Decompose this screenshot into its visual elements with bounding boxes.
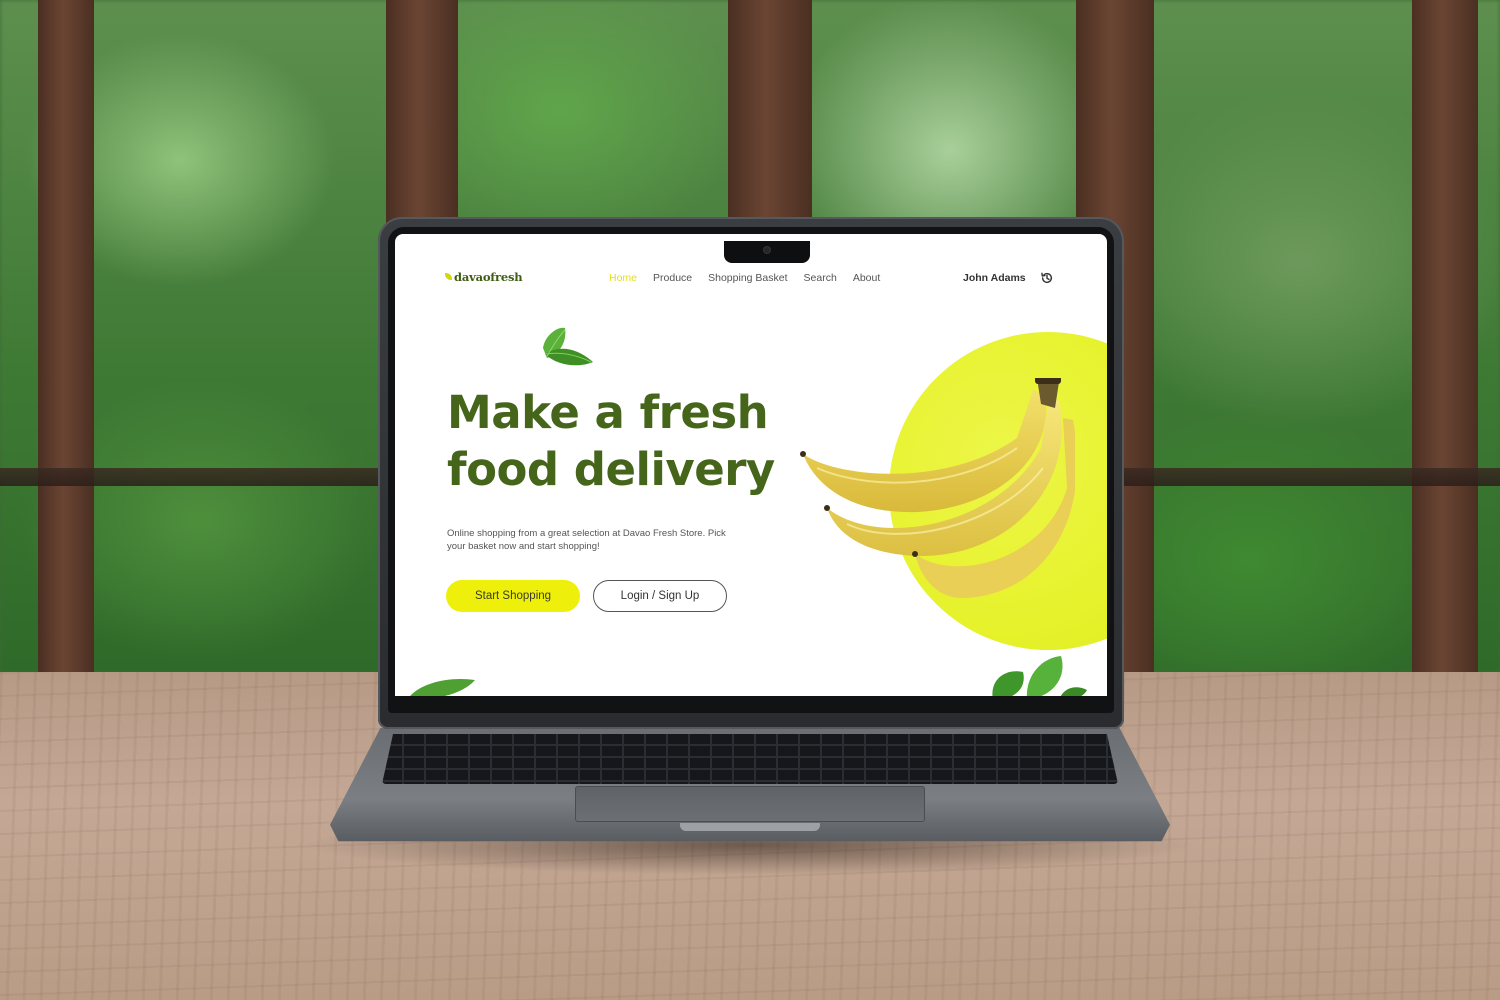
basil-leaves-icon xyxy=(992,656,1087,696)
history-icon[interactable] xyxy=(1040,271,1054,285)
nav-item-produce[interactable]: Produce xyxy=(653,272,692,284)
basil-leaf-icon xyxy=(543,327,593,366)
start-shopping-button[interactable]: Start Shopping xyxy=(446,580,580,612)
main-menu: Home Produce Shopping Basket Search Abou… xyxy=(609,272,880,284)
laptop-trackpad xyxy=(575,786,925,822)
nav-item-home[interactable]: Home xyxy=(609,272,637,284)
login-signup-button[interactable]: Login / Sign Up xyxy=(593,580,727,612)
nav-item-search[interactable]: Search xyxy=(804,272,837,284)
camera-icon xyxy=(764,247,770,253)
user-name[interactable]: John Adams xyxy=(963,272,1026,284)
hero-headline: Make a fresh food delivery xyxy=(447,384,827,498)
headline-line-1: Make a fresh xyxy=(447,386,769,439)
headline-line-2: food delivery xyxy=(447,443,775,496)
camera-notch xyxy=(724,241,810,263)
window-frame-post xyxy=(1412,0,1478,672)
nav-item-shopping-basket[interactable]: Shopping Basket xyxy=(708,272,787,284)
laptop-front-lip xyxy=(680,823,820,831)
leaf-decoration-icon xyxy=(410,679,475,696)
laptop-keyboard xyxy=(382,734,1118,784)
nav-item-about[interactable]: About xyxy=(853,272,880,284)
hero-subtext: Online shopping from a great selection a… xyxy=(447,528,726,552)
leaf-logo-icon xyxy=(445,273,452,280)
site-logo[interactable]: davaofresh xyxy=(445,270,523,284)
window-frame-post xyxy=(38,0,94,672)
banana-bunch-image xyxy=(800,378,1075,599)
logo-text: davaofresh xyxy=(454,270,523,284)
website-screen: davaofresh Home Produce Shopping Basket … xyxy=(395,234,1107,696)
